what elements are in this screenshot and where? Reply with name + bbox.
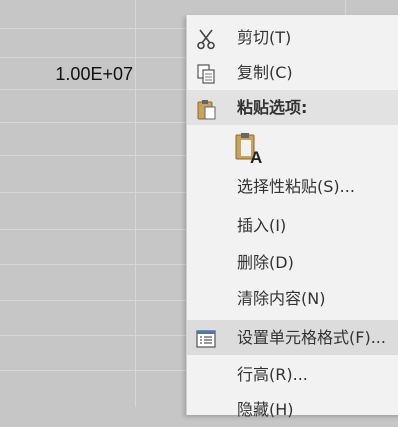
cell-value[interactable]: 1.00E+07 bbox=[0, 60, 133, 88]
menu-item-label: 粘贴选项: bbox=[237, 98, 308, 117]
menu-item-format-cells[interactable]: 设置单元格格式(F)... bbox=[187, 320, 398, 355]
format-cells-icon bbox=[195, 327, 217, 349]
column-line bbox=[135, 0, 136, 407]
menu-item-label: 复制(C) bbox=[237, 63, 293, 82]
copy-icon bbox=[195, 62, 217, 84]
menu-item-label: 行高(R)... bbox=[237, 365, 308, 384]
menu-item-label: 插入(I) bbox=[237, 216, 287, 235]
scissors-icon bbox=[195, 27, 217, 50]
menu-item-hide[interactable]: 隐藏(H) bbox=[187, 392, 398, 427]
paste-option-letter: A bbox=[250, 148, 262, 164]
menu-item-label: 选择性粘贴(S)... bbox=[237, 177, 355, 196]
paste-options-header: 粘贴选项: bbox=[187, 90, 398, 125]
menu-item-insert[interactable]: 插入(I) bbox=[187, 208, 398, 243]
menu-item-label: 隐藏(H) bbox=[237, 400, 294, 419]
menu-item-label: 剪切(T) bbox=[237, 28, 292, 47]
menu-item-copy[interactable]: 复制(C) bbox=[187, 55, 398, 90]
menu-item-delete[interactable]: 删除(D) bbox=[187, 245, 398, 280]
menu-item-label: 设置单元格格式(F)... bbox=[237, 328, 386, 347]
menu-item-cut[interactable]: 剪切(T) bbox=[187, 20, 398, 55]
context-menu: 剪切(T) 复制(C) 粘贴选项: A 选择性粘贴(S)... 插入(I) 删除… bbox=[186, 15, 398, 419]
menu-item-row-height[interactable]: 行高(R)... bbox=[187, 357, 398, 392]
menu-item-label: 删除(D) bbox=[237, 253, 294, 272]
menu-item-label: 清除内容(N) bbox=[237, 289, 326, 308]
clipboard-icon bbox=[195, 97, 217, 120]
menu-item-clear-contents[interactable]: 清除内容(N) bbox=[187, 281, 398, 316]
menu-item-paste-special[interactable]: 选择性粘贴(S)... bbox=[187, 169, 398, 204]
paste-text-only-icon[interactable]: A bbox=[235, 132, 265, 167]
